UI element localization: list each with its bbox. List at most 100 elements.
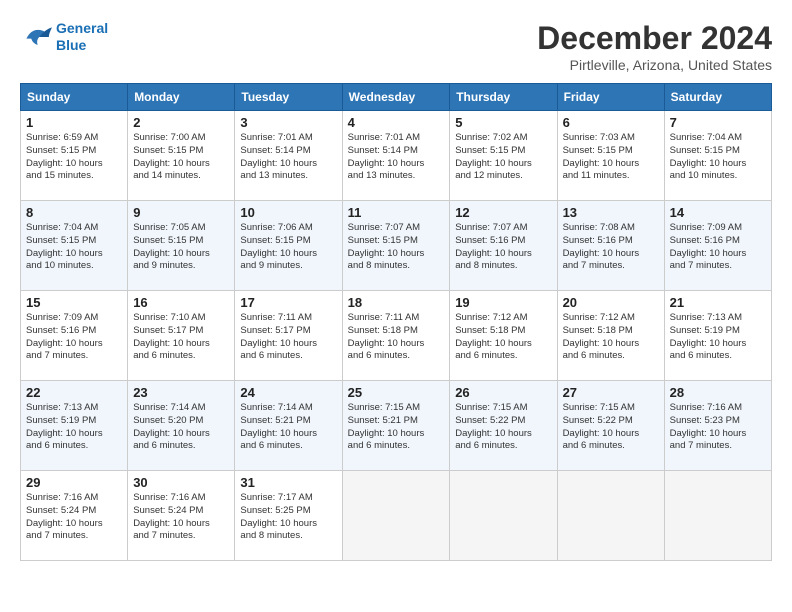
day-info: Sunrise: 7:16 AM Sunset: 5:24 PM Dayligh… — [133, 492, 229, 543]
calendar-cell — [342, 471, 450, 561]
day-info: Sunrise: 7:15 AM Sunset: 5:21 PM Dayligh… — [348, 402, 445, 453]
day-info: Sunrise: 7:11 AM Sunset: 5:17 PM Dayligh… — [240, 312, 336, 363]
day-info: Sunrise: 7:16 AM Sunset: 5:23 PM Dayligh… — [670, 402, 766, 453]
calendar-cell: 18 Sunrise: 7:11 AM Sunset: 5:18 PM Dayli… — [342, 291, 450, 381]
calendar-cell: 21 Sunrise: 7:13 AM Sunset: 5:19 PM Dayli… — [664, 291, 771, 381]
calendar-cell: 6 Sunrise: 7:03 AM Sunset: 5:15 PM Daylig… — [557, 111, 664, 201]
day-info: Sunrise: 7:06 AM Sunset: 5:15 PM Dayligh… — [240, 222, 336, 273]
logo-bird-icon — [20, 21, 52, 53]
weekday-header-thursday: Thursday — [450, 84, 557, 111]
day-number: 24 — [240, 385, 336, 400]
day-number: 14 — [670, 205, 766, 220]
day-number: 18 — [348, 295, 445, 310]
day-number: 15 — [26, 295, 122, 310]
day-number: 26 — [455, 385, 551, 400]
calendar-cell — [450, 471, 557, 561]
day-number: 5 — [455, 115, 551, 130]
calendar-cell: 8Sunrise: 7:04 AM Sunset: 5:15 PM Daylig… — [21, 201, 128, 291]
calendar-cell: 15 Sunrise: 7:09 AM Sunset: 5:16 PM Dayli… — [21, 291, 128, 381]
day-number: 22 — [26, 385, 122, 400]
weekday-header-monday: Monday — [128, 84, 235, 111]
day-info: Sunrise: 7:15 AM Sunset: 5:22 PM Dayligh… — [563, 402, 659, 453]
day-number: 7 — [670, 115, 766, 130]
day-number: 27 — [563, 385, 659, 400]
weekday-header-saturday: Saturday — [664, 84, 771, 111]
day-info: Sunrise: 7:05 AM Sunset: 5:15 PM Dayligh… — [133, 222, 229, 273]
day-number: 20 — [563, 295, 659, 310]
weekday-header-tuesday: Tuesday — [235, 84, 342, 111]
calendar-table: SundayMondayTuesdayWednesdayThursdayFrid… — [20, 83, 772, 561]
day-number: 6 — [563, 115, 659, 130]
week-row-5: 29Sunrise: 7:16 AM Sunset: 5:24 PM Dayli… — [21, 471, 772, 561]
day-number: 25 — [348, 385, 445, 400]
day-number: 10 — [240, 205, 336, 220]
calendar-cell — [557, 471, 664, 561]
day-info: Sunrise: 7:10 AM Sunset: 5:17 PM Dayligh… — [133, 312, 229, 363]
day-number: 19 — [455, 295, 551, 310]
day-info: Sunrise: 7:14 AM Sunset: 5:20 PM Dayligh… — [133, 402, 229, 453]
day-info: Sunrise: 7:16 AM Sunset: 5:24 PM Dayligh… — [26, 492, 122, 543]
calendar-cell: 25 Sunrise: 7:15 AM Sunset: 5:21 PM Dayli… — [342, 381, 450, 471]
day-info: Sunrise: 7:02 AM Sunset: 5:15 PM Dayligh… — [455, 132, 551, 183]
day-info: Sunrise: 7:09 AM Sunset: 5:16 PM Dayligh… — [26, 312, 122, 363]
day-number: 2 — [133, 115, 229, 130]
day-number: 13 — [563, 205, 659, 220]
calendar-cell: 17Sunrise: 7:11 AM Sunset: 5:17 PM Dayli… — [235, 291, 342, 381]
calendar-cell: 14Sunrise: 7:09 AM Sunset: 5:16 PM Dayli… — [664, 201, 771, 291]
week-row-2: 8Sunrise: 7:04 AM Sunset: 5:15 PM Daylig… — [21, 201, 772, 291]
calendar-cell: 10 Sunrise: 7:06 AM Sunset: 5:15 PM Dayli… — [235, 201, 342, 291]
day-info: Sunrise: 7:01 AM Sunset: 5:14 PM Dayligh… — [348, 132, 445, 183]
logo-text: General Blue — [56, 20, 108, 54]
calendar-cell: 30Sunrise: 7:16 AM Sunset: 5:24 PM Dayli… — [128, 471, 235, 561]
day-info: Sunrise: 7:03 AM Sunset: 5:15 PM Dayligh… — [563, 132, 659, 183]
calendar-cell: 27 Sunrise: 7:15 AM Sunset: 5:22 PM Dayli… — [557, 381, 664, 471]
day-number: 28 — [670, 385, 766, 400]
day-info: Sunrise: 7:00 AM Sunset: 5:15 PM Dayligh… — [133, 132, 229, 183]
day-number: 4 — [348, 115, 445, 130]
calendar-cell: 7 Sunrise: 7:04 AM Sunset: 5:15 PM Daylig… — [664, 111, 771, 201]
weekday-header-friday: Friday — [557, 84, 664, 111]
title-section: December 2024 Pirtleville, Arizona, Unit… — [537, 20, 772, 73]
calendar-cell — [664, 471, 771, 561]
day-number: 11 — [348, 205, 445, 220]
day-info: Sunrise: 7:13 AM Sunset: 5:19 PM Dayligh… — [26, 402, 122, 453]
calendar-cell: 1Sunrise: 6:59 AM Sunset: 5:15 PM Daylig… — [21, 111, 128, 201]
calendar-cell: 31 Sunrise: 7:17 AM Sunset: 5:25 PM Dayli… — [235, 471, 342, 561]
day-info: Sunrise: 7:04 AM Sunset: 5:15 PM Dayligh… — [670, 132, 766, 183]
calendar-cell: 11 Sunrise: 7:07 AM Sunset: 5:15 PM Dayli… — [342, 201, 450, 291]
calendar-cell: 16 Sunrise: 7:10 AM Sunset: 5:17 PM Dayli… — [128, 291, 235, 381]
calendar-cell: 20Sunrise: 7:12 AM Sunset: 5:18 PM Dayli… — [557, 291, 664, 381]
day-info: Sunrise: 7:14 AM Sunset: 5:21 PM Dayligh… — [240, 402, 336, 453]
page-header: General Blue December 2024 Pirtleville, … — [20, 20, 772, 73]
day-info: Sunrise: 7:13 AM Sunset: 5:19 PM Dayligh… — [670, 312, 766, 363]
location: Pirtleville, Arizona, United States — [537, 57, 772, 73]
weekday-header-sunday: Sunday — [21, 84, 128, 111]
logo: General Blue — [20, 20, 108, 54]
month-title: December 2024 — [537, 20, 772, 57]
day-info: Sunrise: 7:12 AM Sunset: 5:18 PM Dayligh… — [455, 312, 551, 363]
day-number: 16 — [133, 295, 229, 310]
day-info: Sunrise: 7:07 AM Sunset: 5:15 PM Dayligh… — [348, 222, 445, 273]
day-number: 31 — [240, 475, 336, 490]
calendar-cell: 26Sunrise: 7:15 AM Sunset: 5:22 PM Dayli… — [450, 381, 557, 471]
day-number: 21 — [670, 295, 766, 310]
calendar-cell: 5 Sunrise: 7:02 AM Sunset: 5:15 PM Daylig… — [450, 111, 557, 201]
day-info: Sunrise: 7:07 AM Sunset: 5:16 PM Dayligh… — [455, 222, 551, 273]
day-number: 8 — [26, 205, 122, 220]
day-number: 12 — [455, 205, 551, 220]
day-info: Sunrise: 7:17 AM Sunset: 5:25 PM Dayligh… — [240, 492, 336, 543]
calendar-cell: 28 Sunrise: 7:16 AM Sunset: 5:23 PM Dayli… — [664, 381, 771, 471]
week-row-1: 1Sunrise: 6:59 AM Sunset: 5:15 PM Daylig… — [21, 111, 772, 201]
calendar-cell: 3Sunrise: 7:01 AM Sunset: 5:14 PM Daylig… — [235, 111, 342, 201]
day-info: Sunrise: 7:11 AM Sunset: 5:18 PM Dayligh… — [348, 312, 445, 363]
calendar-cell: 13Sunrise: 7:08 AM Sunset: 5:16 PM Dayli… — [557, 201, 664, 291]
calendar-cell: 12 Sunrise: 7:07 AM Sunset: 5:16 PM Dayli… — [450, 201, 557, 291]
calendar-cell: 4 Sunrise: 7:01 AM Sunset: 5:14 PM Daylig… — [342, 111, 450, 201]
calendar-cell: 2 Sunrise: 7:00 AM Sunset: 5:15 PM Daylig… — [128, 111, 235, 201]
weekday-header-wednesday: Wednesday — [342, 84, 450, 111]
logo-line1: General — [56, 20, 108, 37]
day-number: 3 — [240, 115, 336, 130]
logo-line2: Blue — [56, 37, 108, 54]
week-row-3: 15 Sunrise: 7:09 AM Sunset: 5:16 PM Dayli… — [21, 291, 772, 381]
calendar-cell: 29Sunrise: 7:16 AM Sunset: 5:24 PM Dayli… — [21, 471, 128, 561]
